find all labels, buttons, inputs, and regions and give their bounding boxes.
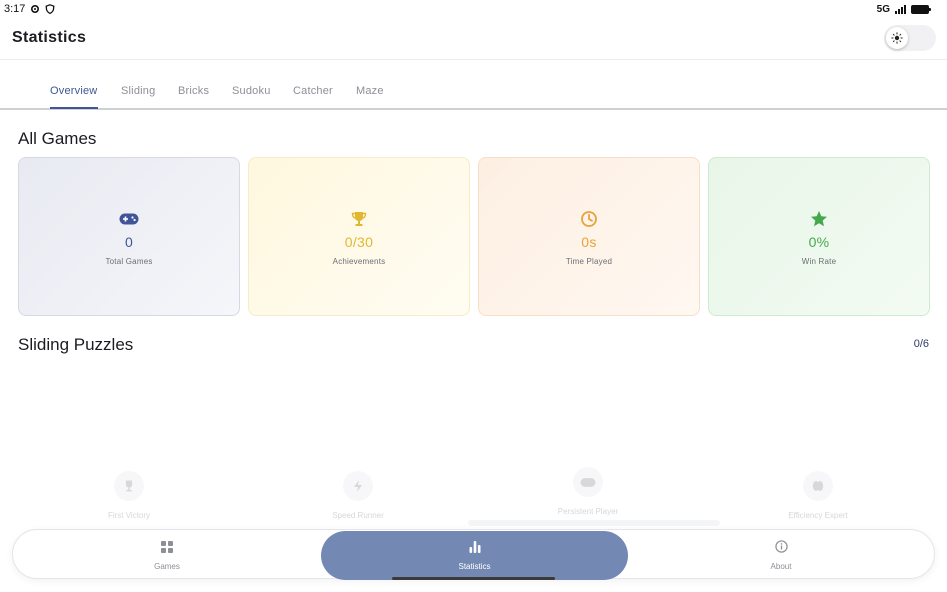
info-icon <box>774 539 788 558</box>
stat-card-time-played[interactable]: 0s Time Played <box>478 157 700 316</box>
status-bar: 3:17 5G <box>0 0 947 18</box>
time-played-value: 0s <box>581 234 597 250</box>
achievement-first-victory: First Victory <box>69 471 189 520</box>
win-rate-value: 0% <box>808 234 830 250</box>
achievement-speed-runner: Speed Runner <box>298 471 418 520</box>
achievement-name: Efficiency Expert <box>788 511 848 520</box>
sliding-puzzles-count: 0/6 <box>913 338 929 350</box>
status-time: 3:17 <box>4 3 26 15</box>
achievement-efficiency-expert: Efficiency Expert <box>758 471 878 520</box>
bolt-icon <box>343 471 373 501</box>
network-type: 5G <box>876 3 890 15</box>
settings-icon <box>30 4 40 14</box>
trophy-icon <box>114 471 144 501</box>
total-games-label: Total Games <box>105 257 153 266</box>
star-icon <box>808 208 830 230</box>
achievement-progress-bar <box>468 520 720 526</box>
app-bar: Statistics <box>0 18 947 60</box>
nav-label: About <box>770 561 792 571</box>
achievements-value: 0/30 <box>344 234 374 250</box>
total-games-value: 0 <box>124 234 134 250</box>
achievement-name: Speed Runner <box>332 511 384 520</box>
home-indicator <box>392 577 555 580</box>
nav-label: Statistics <box>458 562 491 571</box>
stat-card-total-games[interactable]: 0 Total Games <box>18 157 240 316</box>
shield-icon <box>45 4 55 15</box>
grid-icon <box>161 540 173 558</box>
theme-toggle[interactable] <box>884 25 936 51</box>
tab-bricks[interactable]: Bricks <box>178 85 209 97</box>
time-played-label: Time Played <box>565 257 613 266</box>
tab-maze[interactable]: Maze <box>356 85 384 97</box>
bottom-nav: Games Statistics About <box>12 529 935 580</box>
achievement-persistent-player: Persistent Player <box>528 467 648 516</box>
win-rate-label: Win Rate <box>801 257 837 266</box>
brain-icon <box>803 471 833 501</box>
clock-icon <box>578 208 600 230</box>
tab-sliding[interactable]: Sliding <box>121 85 155 97</box>
sun-icon <box>886 27 908 49</box>
section-title-all-games: All Games <box>18 129 97 148</box>
gamepad-icon <box>573 467 603 497</box>
gamepad-icon <box>118 208 140 230</box>
page-title: Statistics <box>12 29 87 46</box>
nav-about[interactable]: About <box>731 530 831 580</box>
tab-catcher[interactable]: Catcher <box>293 85 333 97</box>
achievement-name: Persistent Player <box>557 507 619 516</box>
stat-card-achievements[interactable]: 0/30 Achievements <box>248 157 470 316</box>
tab-indicator <box>50 107 98 109</box>
tab-sudoku[interactable]: Sudoku <box>232 85 271 97</box>
tab-bar: Overview Sliding Bricks Sudoku Catcher M… <box>0 60 947 110</box>
section-title-sliding-puzzles: Sliding Puzzles <box>18 335 134 354</box>
tab-overview[interactable]: Overview <box>50 85 97 97</box>
bar-chart-icon <box>469 540 481 558</box>
nav-games[interactable]: Games <box>117 530 217 580</box>
achievements-label: Achievements <box>332 257 386 266</box>
nav-label: Games <box>154 561 180 571</box>
stat-card-win-rate[interactable]: 0% Win Rate <box>708 157 930 316</box>
battery-icon <box>911 4 931 14</box>
achievement-name: First Victory <box>107 511 151 520</box>
nav-statistics[interactable]: Statistics <box>321 531 628 580</box>
signal-icon <box>895 4 906 14</box>
trophy-icon <box>348 208 370 230</box>
